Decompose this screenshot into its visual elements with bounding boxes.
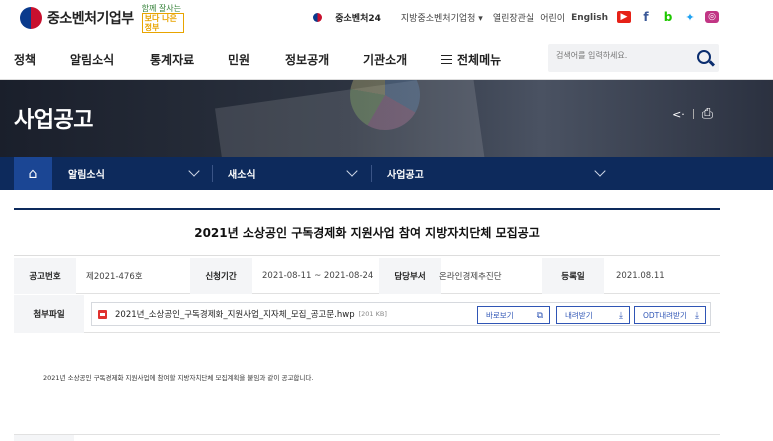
breadcrumb-level1[interactable]: 알림소식 <box>68 157 105 190</box>
article-meta: 공고번호 제2021-476호 신청기간 2021-08-11 ~ 2021-0… <box>14 258 720 294</box>
government-slogan: 함께 잘사는 보다 나은 정부 <box>141 3 184 33</box>
breadcrumb-divider <box>212 165 213 182</box>
meta-dept-label: 담당부서 <box>379 258 441 294</box>
next-row-divider <box>14 434 720 441</box>
search-icon[interactable] <box>697 50 711 64</box>
ministry-logo[interactable]: 중소벤처기업부 함께 잘사는 보다 나은 정부 <box>20 3 184 33</box>
taegeuk-emblem-icon <box>20 7 42 29</box>
hamburger-icon <box>441 55 452 64</box>
meta-period: 2021-08-11 ~ 2021-08-24 <box>262 271 374 281</box>
gnb-item-policy[interactable]: 정책 <box>14 51 36 68</box>
top-bar: 중소벤처기업부 함께 잘사는 보다 나은 정부 중소벤처24 지방중소벤처기업청… <box>0 0 773 36</box>
taegeuk-mini-icon <box>313 13 323 22</box>
meta-dept: 온라인경제추진단 <box>439 272 502 282</box>
attachment-label: 첨부파일 <box>14 295 84 333</box>
instagram-icon[interactable]: ◎ <box>705 11 719 23</box>
top-links: 중소벤처24 지방중소벤처기업청 ▾ 열린장관실 어린이 English <box>293 11 608 24</box>
top-link-english[interactable]: English <box>571 13 608 23</box>
meta-number-label: 공고번호 <box>14 258 76 294</box>
all-menu-button[interactable]: 전체메뉴 <box>441 51 501 68</box>
meta-date-label: 등록일 <box>542 258 604 294</box>
meta-date: 2021.08.11 <box>616 271 665 281</box>
global-navigation: 정책 알림소식 통계자료 민원 정보공개 기관소개 전체메뉴 <box>0 36 773 80</box>
hwp-file-icon <box>98 309 107 319</box>
breadcrumb-level2[interactable]: 새소식 <box>228 157 256 190</box>
gnb-item-about[interactable]: 기관소개 <box>363 51 407 68</box>
attachment-file-size: [201 KB] <box>358 310 387 318</box>
search-box <box>548 44 719 72</box>
top-link-minister[interactable]: 열린장관실 <box>493 11 534 24</box>
blog-icon[interactable]: b <box>661 10 675 24</box>
hero-tools: <· ⎙ <box>672 106 713 122</box>
top-link-kids[interactable]: 어린이 <box>540 11 565 24</box>
share-icon[interactable]: <· <box>672 108 685 121</box>
gnb-item-news[interactable]: 알림소식 <box>70 51 114 68</box>
tools-divider <box>692 109 694 119</box>
brand-name: 중소벤처기업부 <box>47 11 134 27</box>
youtube-icon[interactable]: ▶ <box>617 11 631 23</box>
attachment-file: 2021년_소상공인_구독경제화_지원사업_지자체_모집_공고문.hwp [20… <box>91 302 711 326</box>
gnb-item-disclosure[interactable]: 정보공개 <box>285 51 329 68</box>
article-title: 2021년 소상공인 구독경제화 지원사업 참여 지방자치단체 모집공고 <box>14 210 720 256</box>
twitter-icon[interactable]: ✦ <box>683 11 697 24</box>
print-icon[interactable]: ⎙ <box>702 106 713 122</box>
meta-period-label: 신청기간 <box>190 258 252 294</box>
meta-number: 제2021-476호 <box>86 272 143 282</box>
search-input[interactable] <box>556 51 686 60</box>
page-title: 사업공고 <box>14 108 93 133</box>
home-icon[interactable]: ⌂ <box>14 157 52 190</box>
article-body: 2021년 소상공인 구독경제화 지원사업에 참여할 지방자치단체 모집계획을 … <box>43 374 314 382</box>
attachment-row: 첨부파일 2021년_소상공인_구독경제화_지원사업_지자체_모집_공고문.hw… <box>14 295 720 333</box>
chevron-down-icon[interactable] <box>188 165 200 177</box>
view-window-icon: ⧉ <box>536 311 543 321</box>
gnb-item-civil[interactable]: 민원 <box>228 51 250 68</box>
download-icon: ⤓ <box>619 311 623 321</box>
slogan-small: 함께 잘사는 <box>141 3 182 13</box>
attachment-file-name[interactable]: 2021년_소상공인_구독경제화_지원사업_지자체_모집_공고문.hwp <box>115 308 355 320</box>
slogan-main: 보다 나은 정부 <box>141 12 184 33</box>
regional-office-dropdown[interactable]: 지방중소벤처기업청 ▾ <box>391 11 483 24</box>
breadcrumb-divider <box>371 165 372 182</box>
next-row-label-cell <box>14 435 74 441</box>
page-hero-banner: 사업공고 <· ⎙ <box>0 80 773 157</box>
facebook-icon[interactable]: f <box>639 10 653 24</box>
view-button[interactable]: 바로보기 ⧉ <box>477 306 550 324</box>
breadcrumb-level3[interactable]: 사업공고 <box>387 157 424 190</box>
odt-download-button[interactable]: ODT내려받기 ⤓ <box>634 306 706 324</box>
download-button[interactable]: 내려받기 ⤓ <box>556 306 630 324</box>
social-links: ▶ f b ✦ ◎ <box>617 10 719 24</box>
chevron-down-icon[interactable] <box>594 165 606 177</box>
chevron-down-icon[interactable] <box>346 165 358 177</box>
article-view: 2021년 소상공인 구독경제화 지원사업 참여 지방자치단체 모집공고 공고번… <box>14 208 720 338</box>
location-breadcrumb: ⌂ 알림소식 새소식 사업공고 <box>0 157 773 190</box>
site24-link[interactable]: 중소벤처24 <box>303 11 381 24</box>
gnb-item-statistics[interactable]: 통계자료 <box>150 51 194 68</box>
download-icon: ⤓ <box>695 311 699 321</box>
